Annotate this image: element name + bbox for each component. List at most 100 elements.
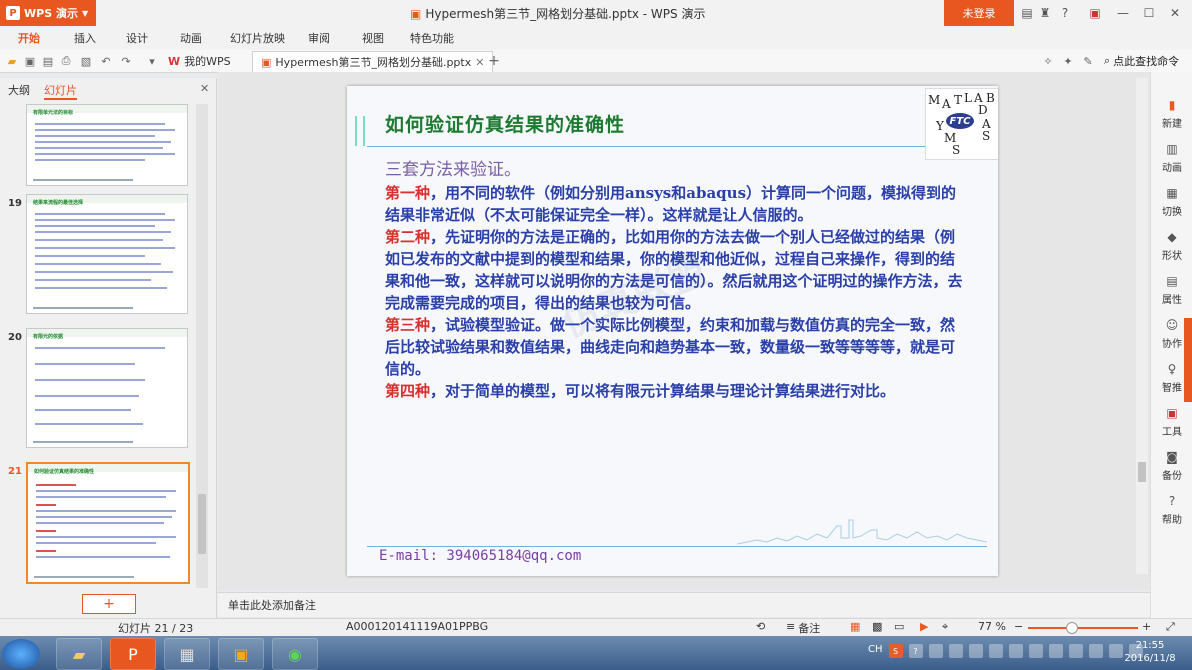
add-slide-button[interactable]: + xyxy=(82,594,136,614)
tray-app-icon[interactable] xyxy=(948,644,963,658)
redo-icon[interactable]: ↷ xyxy=(118,53,134,69)
tray-app-icon[interactable] xyxy=(1048,644,1063,658)
menu-slideshow[interactable]: 幻灯片放映 xyxy=(230,30,285,46)
scroll-thumb[interactable] xyxy=(198,494,206,554)
menu-features[interactable]: 特色功能 xyxy=(410,30,454,46)
open-icon[interactable]: ▰ xyxy=(4,53,20,69)
wps-menu-button[interactable]: P WPS 演示 ▼ xyxy=(0,0,96,26)
taskbar-wps-presentation-icon[interactable]: P xyxy=(110,638,156,670)
skin-icon[interactable]: ▤ xyxy=(1018,4,1036,22)
location-icon[interactable]: ⌖ xyxy=(942,620,948,634)
notes-pane[interactable]: 单击此处添加备注 xyxy=(218,592,1150,617)
tray-app-icon[interactable] xyxy=(988,644,1003,658)
tab-slides[interactable]: 幻灯片 xyxy=(44,82,77,100)
sidebar-tools[interactable]: ▣ 工具 xyxy=(1151,398,1192,438)
tray-app-icon[interactable] xyxy=(968,644,983,658)
notes-toggle[interactable]: ≡ 备注 xyxy=(786,620,820,636)
print-icon[interactable]: ⎙ xyxy=(58,53,74,69)
menu-insert[interactable]: 插入 xyxy=(74,30,96,46)
fit-window-icon[interactable]: ⤢ xyxy=(1166,620,1175,634)
feedback-icon[interactable]: ▣ xyxy=(1086,4,1104,22)
tray-app-icon[interactable] xyxy=(1088,644,1103,658)
dropdown-icon[interactable]: ▾ xyxy=(144,53,160,69)
menu-home[interactable]: 开始 xyxy=(18,30,40,46)
tab-my-wps[interactable]: W 我的WPS xyxy=(160,51,239,71)
title-accent xyxy=(355,116,365,146)
slide-thumbnail-selected[interactable]: 如何验证仿真结果的准确性 xyxy=(26,462,190,584)
clock[interactable]: 21:55 2016/11/8 xyxy=(1110,639,1190,665)
tray-app-icon[interactable] xyxy=(1028,644,1043,658)
slide[interactable]: 仿真联盟 如何验证仿真结果的准确性 M A T L A B D A S Y M … xyxy=(347,86,998,576)
help-icon[interactable]: ? xyxy=(1056,4,1074,22)
canvas-scrollbar[interactable] xyxy=(1136,78,1148,574)
ime-icon[interactable]: S xyxy=(888,644,903,658)
sidebar-new[interactable]: ▮ 新建 xyxy=(1151,90,1192,130)
menu-review[interactable]: 审阅 xyxy=(308,30,330,46)
sidebar-shape[interactable]: ◆ 形状 xyxy=(1151,222,1192,262)
shirt-icon[interactable]: ♜ xyxy=(1036,4,1054,22)
taskbar-store-icon[interactable]: ▣ xyxy=(218,638,264,670)
sidebar-backup[interactable]: ◙ 备份 xyxy=(1151,442,1192,482)
thumbnail-title: 结果来流程的最佳选择 xyxy=(33,200,84,206)
preview-icon[interactable]: ▧ xyxy=(78,53,94,69)
start-button[interactable] xyxy=(2,639,40,669)
reading-view-icon[interactable]: ▭ xyxy=(894,620,904,633)
close-panel-icon[interactable]: ✕ xyxy=(200,82,209,95)
cleanup-icon[interactable]: ✧ xyxy=(1040,53,1056,69)
close-tab-icon[interactable]: ✕ xyxy=(475,56,484,69)
command-search[interactable]: ⌕ 点此查找命令 xyxy=(1104,53,1179,69)
shape-icon: ◆ xyxy=(1167,230,1177,244)
taskbar-browser-icon[interactable]: ◉ xyxy=(272,638,318,670)
restore-icon[interactable]: ⟲ xyxy=(756,620,765,633)
new-tab-icon[interactable]: + xyxy=(486,53,502,69)
tray-app-icon[interactable] xyxy=(1068,644,1083,658)
minimize-icon[interactable]: — xyxy=(1114,4,1132,22)
slide-thumbnail[interactable]: 有限单元法的目标 xyxy=(26,104,188,186)
menu-design[interactable]: 设计 xyxy=(126,30,148,46)
method-label: 第三种 xyxy=(385,316,431,334)
slideshow-icon[interactable]: ▶ xyxy=(920,620,928,633)
menu-animation[interactable]: 动画 xyxy=(180,30,202,46)
taskbar-explorer-icon[interactable]: ▰ xyxy=(56,638,102,670)
sidebar-help[interactable]: ? 帮助 xyxy=(1151,486,1192,526)
toolbox-icon: ▣ xyxy=(1166,406,1178,420)
slide-counter: 幻灯片 21 / 23 xyxy=(118,622,194,635)
slide-title[interactable]: 如何验证仿真结果的准确性 xyxy=(385,110,625,137)
tray-app-icon[interactable] xyxy=(928,644,943,658)
sidebar-collapse-handle[interactable] xyxy=(1184,318,1192,402)
help-tray-icon[interactable]: ? xyxy=(908,644,923,658)
slide-body[interactable]: 三套方法来验证。 第一种，用不同的软件（例如分别用ansys和abaqus）计算… xyxy=(385,158,963,402)
tab-my-wps-label: 我的WPS xyxy=(184,55,231,68)
menu-view[interactable]: 视图 xyxy=(362,30,384,46)
notes-placeholder[interactable]: 单击此处添加备注 xyxy=(228,597,316,613)
tab-outline[interactable]: 大纲 xyxy=(8,82,30,98)
login-button[interactable]: 未登录 xyxy=(944,0,1014,26)
sorter-view-icon[interactable]: ▩ xyxy=(872,620,882,633)
maximize-icon[interactable]: ☐ xyxy=(1140,4,1158,22)
input-language[interactable]: CH xyxy=(868,644,883,658)
zoom-slider-knob[interactable] xyxy=(1066,622,1078,634)
zoom-out-icon[interactable]: − xyxy=(1014,620,1023,633)
scroll-thumb[interactable] xyxy=(1138,462,1146,482)
pin-icon[interactable]: ✎ xyxy=(1080,53,1096,69)
close-icon[interactable]: ✕ xyxy=(1166,4,1184,22)
taskbar-hypermesh-icon[interactable]: ▦ xyxy=(164,638,210,670)
undo-icon[interactable]: ↶ xyxy=(98,53,114,69)
notes-icon: ≡ xyxy=(786,620,796,633)
panel-scrollbar[interactable] xyxy=(196,104,208,588)
sidebar-transition[interactable]: ▦ 切换 xyxy=(1151,178,1192,218)
export-icon[interactable]: ▤ xyxy=(40,53,56,69)
zoom-in-icon[interactable]: + xyxy=(1142,620,1151,633)
slide-thumbnail[interactable]: 结果来流程的最佳选择 xyxy=(26,194,188,314)
tab-document[interactable]: ▣ Hypermesh第三节_网格划分基础.pptx ✕ xyxy=(252,51,494,72)
normal-view-icon[interactable]: ▦ xyxy=(850,620,860,633)
sidebar-properties[interactable]: ▤ 属性 xyxy=(1151,266,1192,306)
save-icon[interactable]: ▣ xyxy=(22,53,38,69)
zoom-level[interactable]: 77 % xyxy=(978,620,1006,633)
slide-thumbnail[interactable]: 有限元的依据 xyxy=(26,328,188,448)
share-icon[interactable]: ✦ xyxy=(1060,53,1076,69)
animation-icon: ▥ xyxy=(1166,142,1178,156)
zoom-slider[interactable] xyxy=(1028,627,1138,629)
sidebar-animation[interactable]: ▥ 动画 xyxy=(1151,134,1192,174)
tray-app-icon[interactable] xyxy=(1008,644,1023,658)
